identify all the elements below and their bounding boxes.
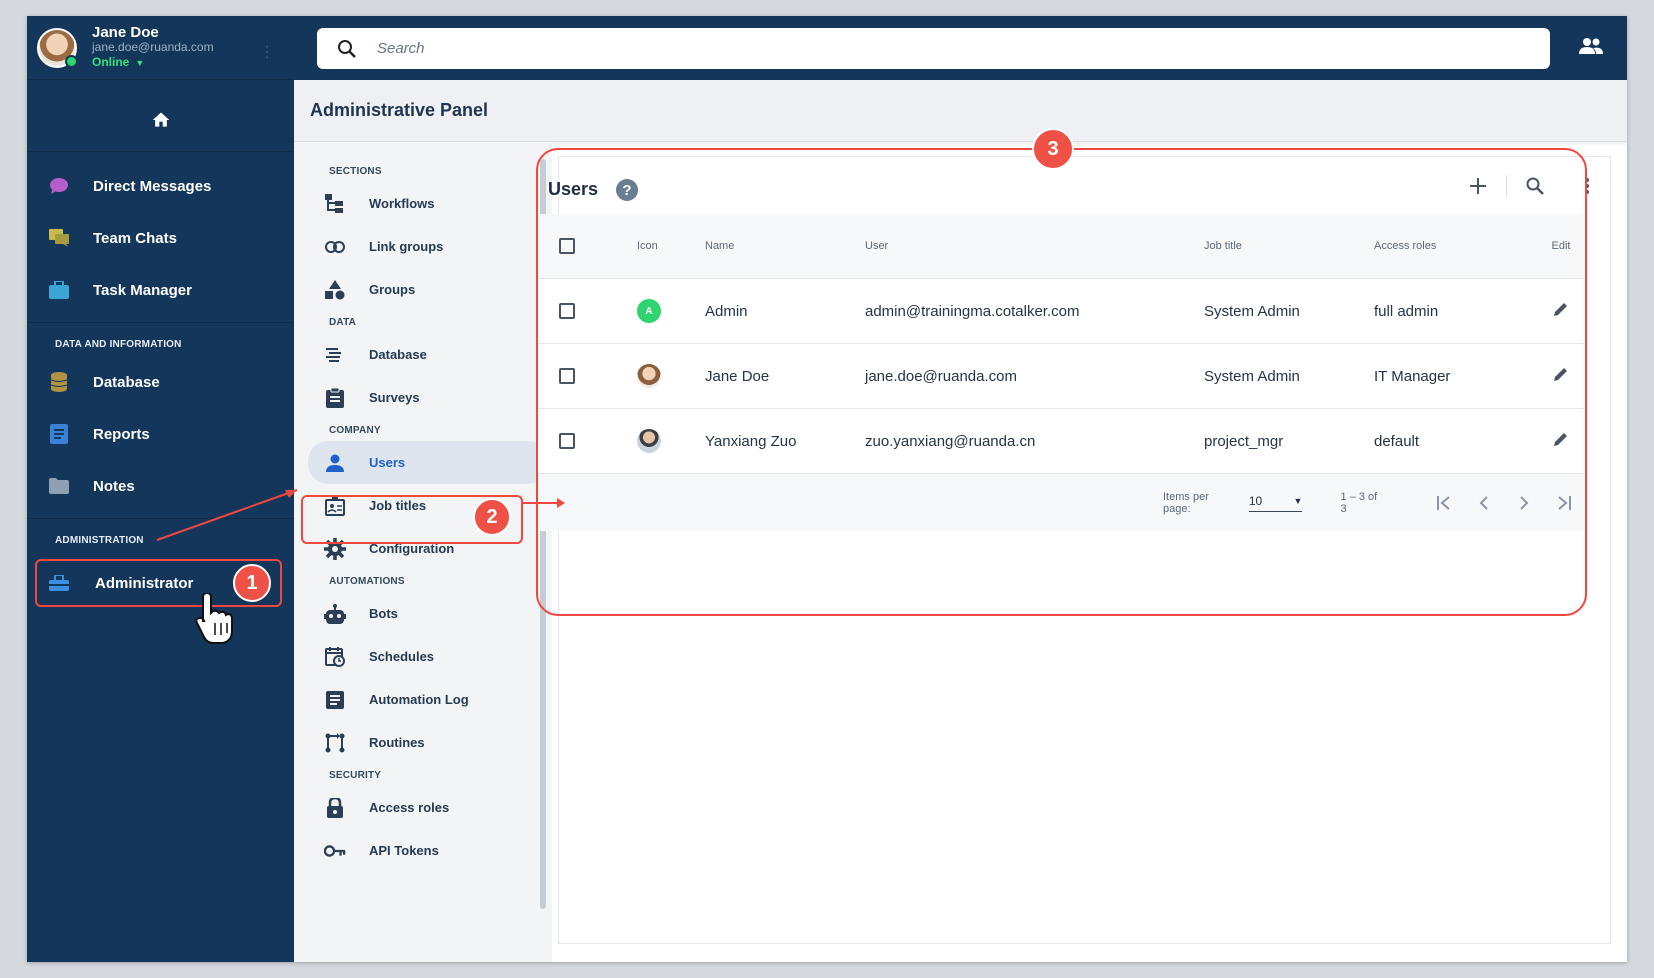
callout-arrows: [156, 489, 565, 541]
app-window: Jane Doe jane.doe@ruanda.com Online ▼ ⋮ D…: [27, 16, 1627, 962]
